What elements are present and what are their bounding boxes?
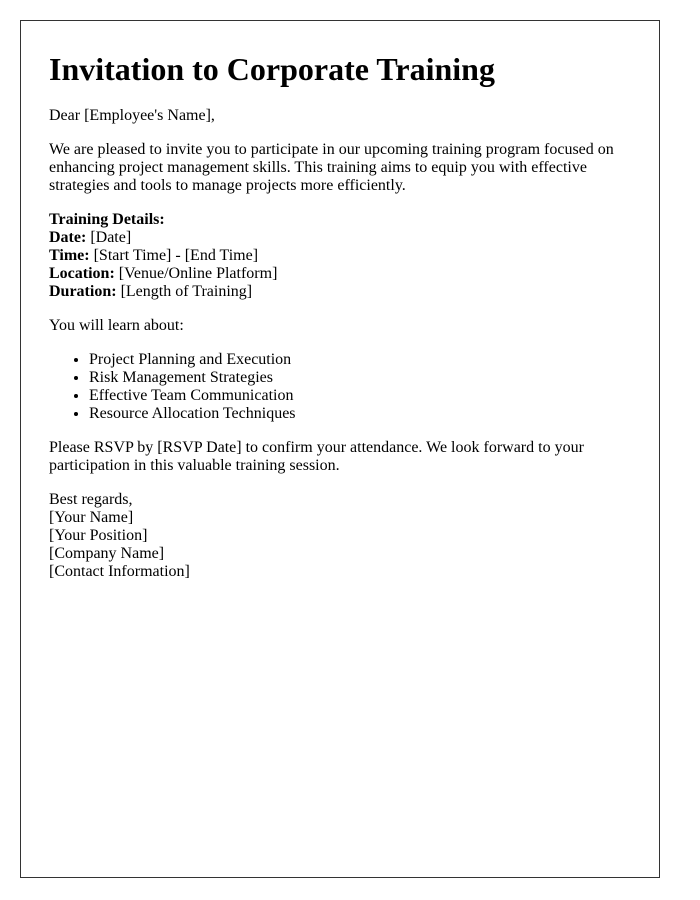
- detail-label: Date:: [49, 229, 87, 246]
- greeting: Dear [Employee's Name],: [49, 107, 215, 124]
- signature-block: Best regards, [Your Name] [Your Position…: [49, 491, 639, 581]
- letter-page: Invitation to Corporate Training Dear [E…: [20, 20, 660, 878]
- detail-label: Duration:: [49, 283, 117, 300]
- detail-date: Date: [Date]: [49, 229, 639, 247]
- signature-contact: [Contact Information]: [49, 563, 190, 580]
- signature-name: [Your Name]: [49, 509, 134, 526]
- letter-content: Invitation to Corporate Training Dear [E…: [49, 51, 639, 581]
- signature-position: [Your Position]: [49, 527, 148, 544]
- detail-value: [Start Time] - [End Time]: [89, 247, 259, 264]
- detail-location: Location: [Venue/Online Platform]: [49, 265, 639, 283]
- detail-label: Time:: [49, 247, 90, 264]
- list-item: Resource Allocation Techniques: [89, 405, 639, 423]
- detail-time: Time: [Start Time] - [End Time]: [49, 247, 639, 265]
- list-item: Effective Team Communication: [89, 387, 639, 405]
- topics-list: Project Planning and Execution Risk Mana…: [49, 351, 639, 423]
- intro-paragraph: We are pleased to invite you to particip…: [49, 141, 614, 194]
- rsvp-paragraph: Please RSVP by [RSVP Date] to confirm yo…: [49, 439, 584, 474]
- detail-value: [Length of Training]: [116, 283, 253, 300]
- training-details-heading: Training Details:: [49, 211, 165, 228]
- detail-duration: Duration: [Length of Training]: [49, 283, 639, 301]
- detail-value: [Date]: [86, 229, 132, 246]
- letter-title: Invitation to Corporate Training: [49, 51, 495, 87]
- learn-intro: You will learn about:: [49, 317, 184, 334]
- list-item: Risk Management Strategies: [89, 369, 639, 387]
- signature-company: [Company Name]: [49, 545, 165, 562]
- list-item: Project Planning and Execution: [89, 351, 639, 369]
- detail-label: Location:: [49, 265, 115, 282]
- training-details: Training Details: Date: [Date] Time: [St…: [49, 211, 639, 301]
- detail-value: [Venue/Online Platform]: [114, 265, 278, 282]
- closing: Best regards,: [49, 491, 133, 508]
